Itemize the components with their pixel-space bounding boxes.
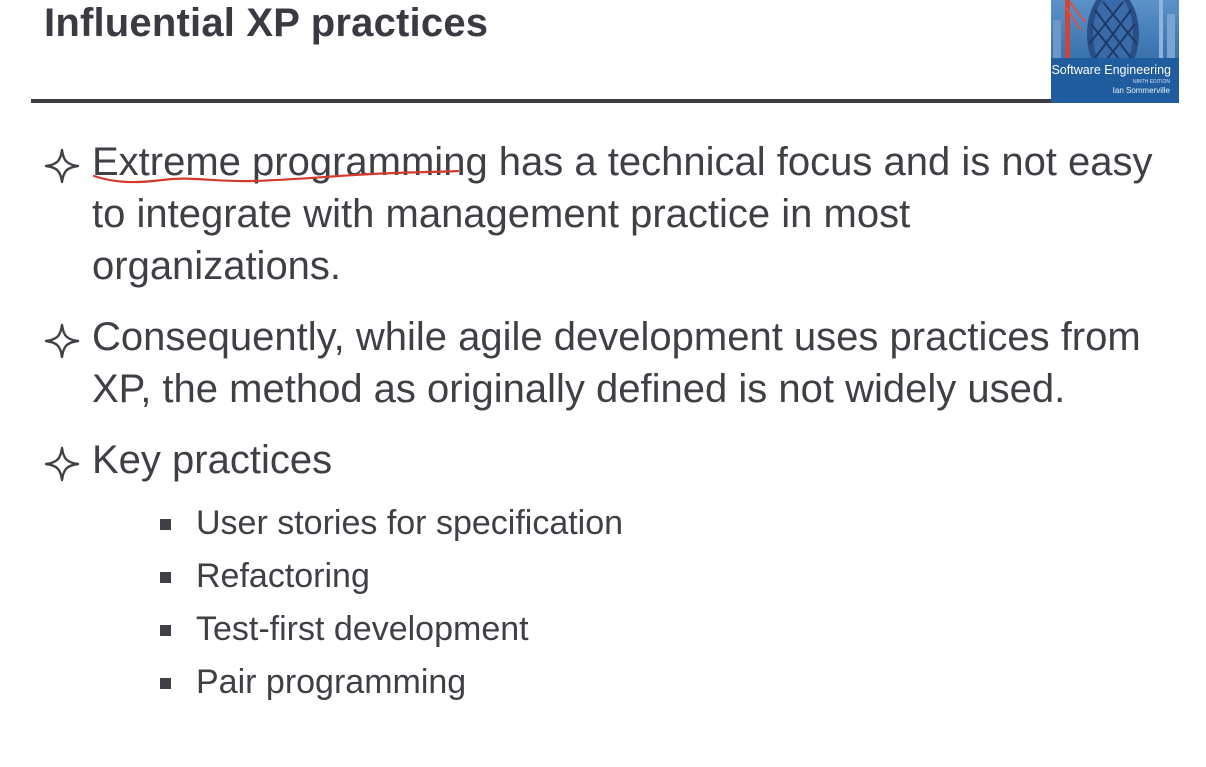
sub-bullet-list: User stories for specification Refactori… (92, 497, 1164, 709)
sub-bullet-item: Pair programming (148, 656, 1164, 709)
square-bullet-icon (160, 572, 171, 583)
slide-title: Influential XP practices (44, 1, 489, 45)
sub-bullet-item: Refactoring (148, 550, 1164, 603)
bullet-text: Key practices (92, 438, 333, 482)
bullet-item: Consequently, while agile development us… (44, 311, 1164, 415)
bullet-item: Extreme programming has a technical focu… (44, 136, 1164, 292)
square-bullet-icon (160, 625, 171, 636)
book-cover-image: Software Engineering NINTH EDITION Ian S… (1051, 0, 1179, 103)
four-point-star-icon (44, 323, 80, 359)
bullet-list: Extreme programming has a technical focu… (44, 136, 1164, 728)
sub-bullet-item: User stories for specification (148, 497, 1164, 550)
book-title: Software Engineering (1051, 63, 1171, 77)
sub-bullet-text: Test-first development (196, 610, 529, 648)
sub-bullet-text: Pair programming (196, 663, 467, 701)
book-edition: NINTH EDITION (1133, 79, 1170, 85)
book-author: Ian Sommerville (1112, 86, 1170, 95)
square-bullet-icon (160, 678, 171, 689)
bullet-item: Key practices User stories for specifica… (44, 434, 1164, 709)
spellcheck-squiggle-annotation (92, 170, 460, 184)
sub-bullet-item: Test-first development (148, 603, 1164, 656)
four-point-star-icon (44, 148, 80, 184)
sub-bullet-text: User stories for specification (196, 504, 624, 542)
bullet-text: Consequently, while agile development us… (92, 315, 1141, 411)
title-divider (31, 99, 1051, 103)
bullet-text: Extreme programming has a technical focu… (92, 140, 1153, 288)
sub-bullet-text: Refactoring (196, 557, 370, 595)
four-point-star-icon (44, 446, 80, 482)
square-bullet-icon (160, 519, 171, 530)
